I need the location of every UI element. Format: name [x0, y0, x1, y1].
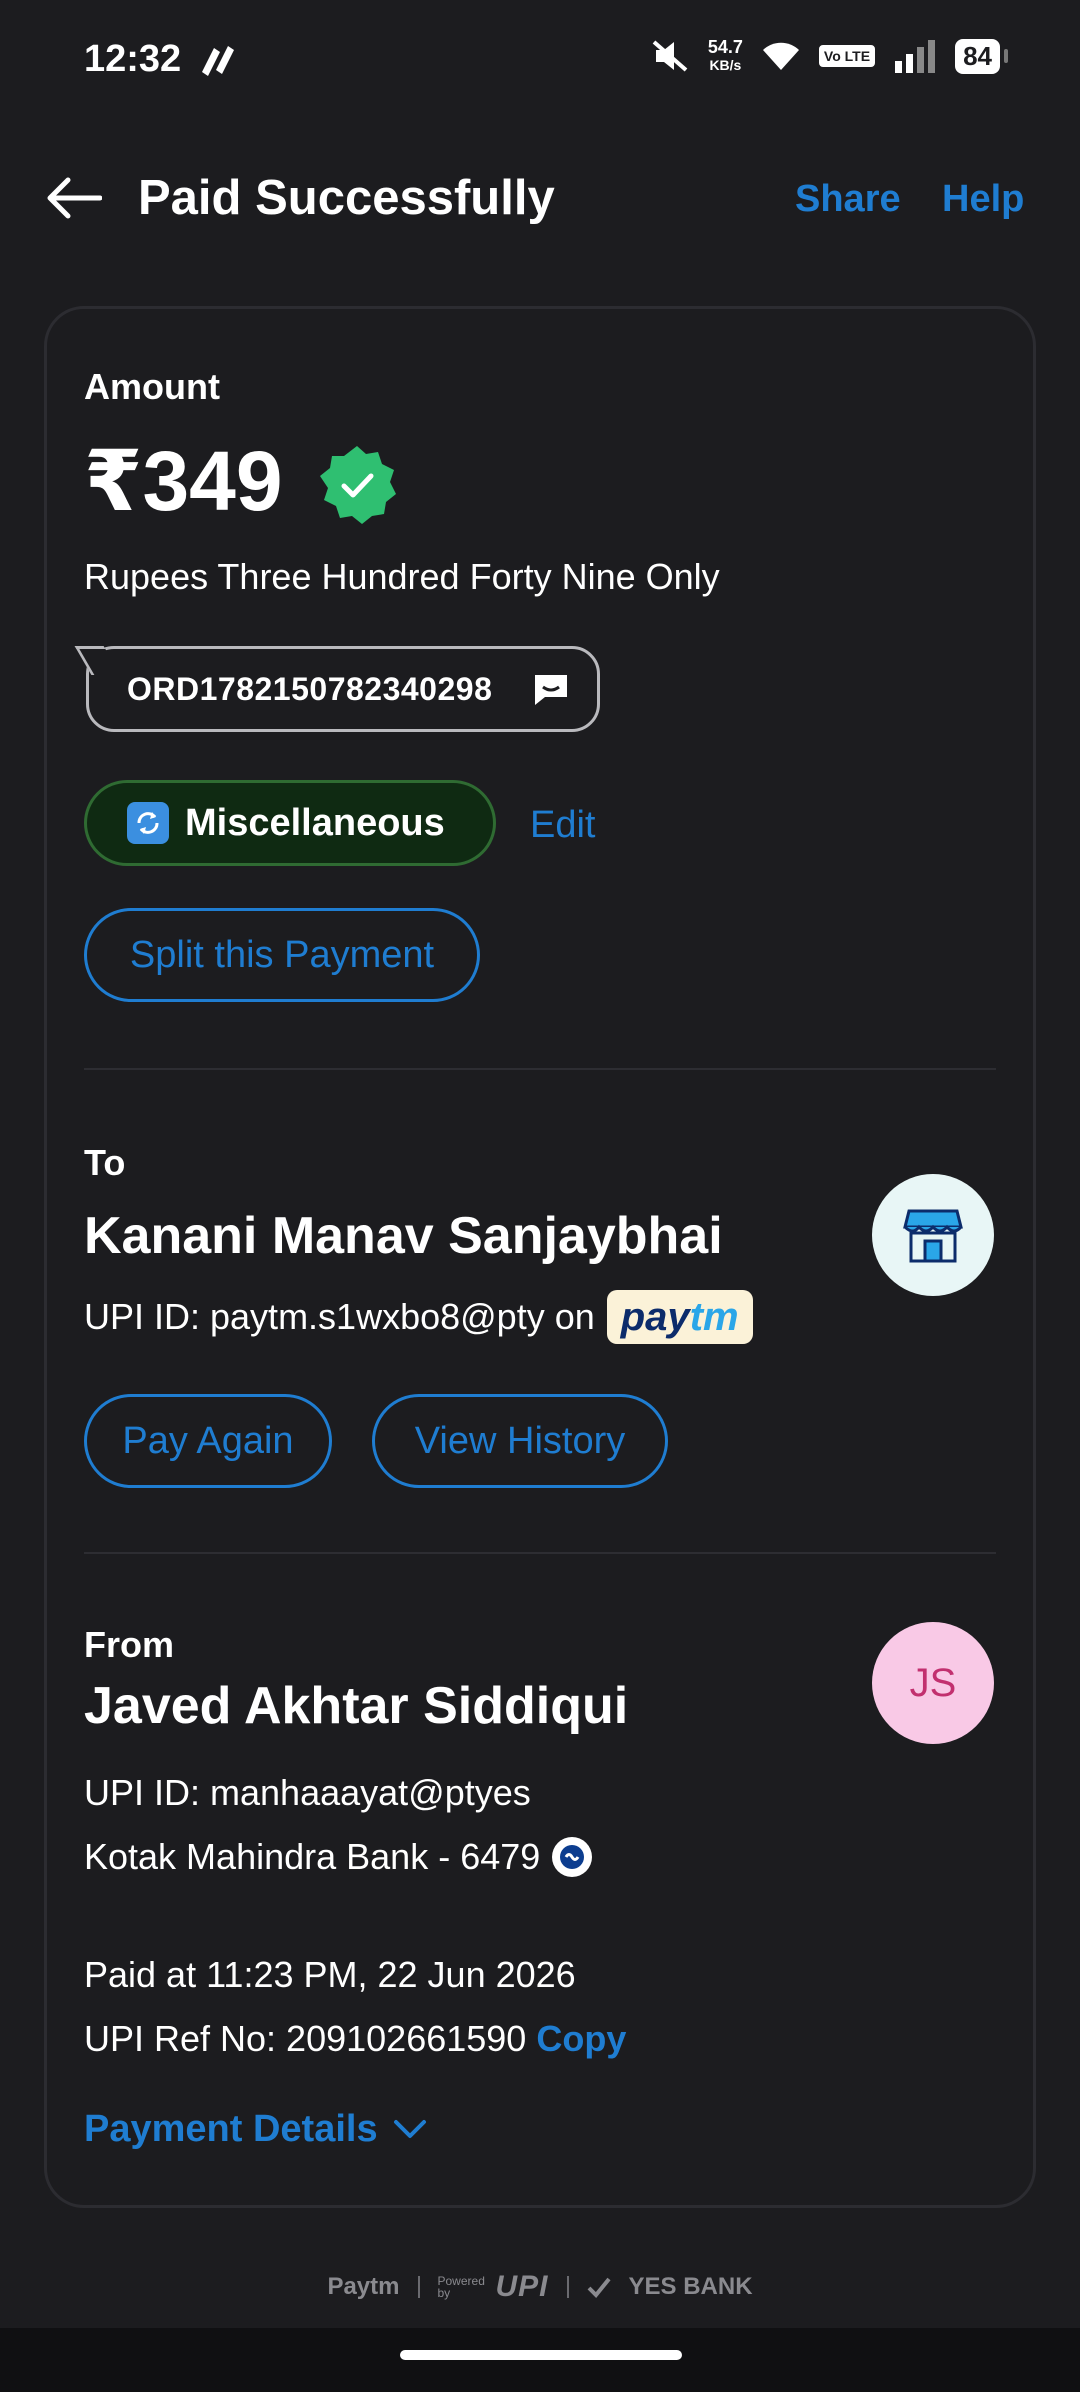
pay-again-button[interactable]: Pay Again — [84, 1394, 332, 1488]
order-id-chip: ORD1782150782340298 — [86, 646, 600, 732]
to-label: To — [84, 1142, 126, 1183]
refresh-icon — [127, 802, 169, 844]
payer-name: Javed Akhtar Siddiqui — [84, 1677, 629, 1735]
footer-powered-by: Powered by — [437, 2274, 485, 2300]
footer-separator — [417, 2276, 420, 2298]
amount-value: ₹349 — [84, 434, 283, 528]
amount-in-words: Rupees Three Hundred Forty Nine Only — [84, 556, 720, 597]
paytm-logo-tm: tm — [689, 1295, 739, 1339]
system-nav-bar — [0, 2328, 1080, 2392]
from-label: From — [84, 1624, 174, 1665]
help-button[interactable]: Help — [942, 178, 1024, 221]
footer-branding: Paytm Powered by UPI YES BANK — [0, 2270, 1080, 2304]
payment-details-label: Payment Details — [84, 2108, 378, 2150]
split-payment-button[interactable]: Split this Payment — [84, 908, 480, 1002]
order-id: ORD1782150782340298 — [127, 670, 493, 707]
divider — [84, 1552, 996, 1554]
payer-bank-line: Kotak Mahindra Bank - 6479 — [84, 1836, 593, 1878]
category-label: Miscellaneous — [185, 801, 445, 844]
page-title: Paid Successfully — [138, 171, 555, 225]
footer-bank-logo: YES BANK — [628, 2273, 753, 2300]
footer-separator — [566, 2276, 569, 2298]
share-button[interactable]: Share — [795, 178, 901, 221]
payer-upi-id: UPI ID: manhaaayat@ptyes — [84, 1772, 531, 1813]
payee-name: Kanani Manav Sanjaybhai — [84, 1207, 723, 1265]
payment-details-toggle[interactable]: Payment Details — [84, 2108, 428, 2151]
home-indicator[interactable] — [400, 2350, 682, 2360]
status-icons: 54.7 KB/s Vo LTE 84 — [650, 38, 1008, 74]
upi-ref-line: UPI Ref No: 209102661590 Copy — [84, 2018, 626, 2060]
payer-avatar: JS — [872, 1622, 994, 1744]
view-history-button[interactable]: View History — [372, 1394, 668, 1488]
bank-logo-icon — [552, 1837, 593, 1877]
payer-bank: Kotak Mahindra Bank - 6479 — [84, 1836, 541, 1877]
volte-badge: Vo LTE — [818, 45, 876, 67]
payee-upi-id: UPI ID: paytm.s1wxbo8@pty on — [84, 1296, 595, 1337]
chevron-down-icon — [393, 2119, 426, 2138]
app-notification-icon — [202, 46, 234, 76]
paytm-logo: paytm — [606, 1290, 753, 1344]
signal-icon — [895, 40, 936, 73]
divider — [84, 1068, 996, 1070]
back-arrow-icon[interactable] — [44, 176, 102, 220]
edit-category-button[interactable]: Edit — [530, 804, 595, 847]
amount-label: Amount — [84, 366, 220, 407]
check-icon — [587, 2277, 611, 2298]
paid-at-time: Paid at 11:23 PM, 22 Jun 2026 — [84, 1954, 576, 1995]
battery-indicator: 84 — [955, 38, 1008, 74]
speed-value: 54.7 — [707, 37, 743, 57]
copy-ref-button[interactable]: Copy — [536, 2018, 626, 2059]
message-icon[interactable] — [531, 671, 571, 707]
upi-ref-number: UPI Ref No: 209102661590 — [84, 2018, 527, 2059]
footer-paytm-logo: Paytm — [327, 2273, 400, 2300]
speed-unit: KB/s — [709, 57, 742, 73]
footer-upi-logo: UPI — [495, 2270, 549, 2303]
status-time: 12:32 — [84, 38, 182, 80]
wifi-icon — [762, 42, 799, 70]
network-speed: 54.7 KB/s — [708, 38, 743, 74]
category-chip[interactable]: Miscellaneous — [84, 780, 496, 866]
mute-icon — [652, 40, 688, 72]
verified-check-icon — [320, 446, 396, 524]
payee-upi-line: UPI ID: paytm.s1wxbo8@pty on paytm — [84, 1290, 753, 1344]
paytm-logo-pay: pay — [620, 1295, 690, 1339]
merchant-store-icon — [872, 1174, 994, 1296]
